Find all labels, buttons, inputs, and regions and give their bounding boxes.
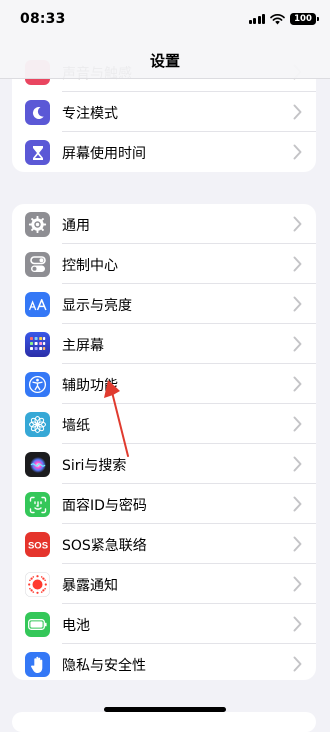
settings-row-control-center[interactable]: 控制中心 xyxy=(12,244,316,284)
home-grid-icon xyxy=(25,332,50,357)
chevron-right-icon xyxy=(293,216,302,232)
row-label: 隐私与安全性 xyxy=(62,658,146,674)
page-title: 设置 xyxy=(149,52,180,70)
gear-icon xyxy=(25,212,50,237)
row-label: 电池 xyxy=(62,618,90,634)
settings-row-display[interactable]: 显示与亮度 xyxy=(12,284,316,324)
hand-icon xyxy=(25,652,50,677)
row-label: SOS紧急联络 xyxy=(62,538,147,554)
siri-icon xyxy=(25,452,50,477)
row-label: 辅助功能 xyxy=(62,378,118,394)
text-size-icon xyxy=(25,292,50,317)
chevron-right-icon xyxy=(293,456,302,472)
settings-row-home-screen[interactable]: 主屏幕 xyxy=(12,324,316,364)
sos-icon: SOS xyxy=(25,532,50,557)
accessibility-icon xyxy=(25,372,50,397)
row-label: 屏幕使用时间 xyxy=(62,146,146,162)
row-label: 通用 xyxy=(62,218,90,234)
chevron-right-icon xyxy=(293,416,302,432)
row-label: 主屏幕 xyxy=(62,338,104,354)
chevron-right-icon xyxy=(293,144,302,160)
chevron-right-icon xyxy=(293,536,302,552)
settings-row-general[interactable]: 通用 xyxy=(12,204,316,244)
row-label: 暴露通知 xyxy=(62,578,118,594)
settings-row-siri[interactable]: Siri与搜索 xyxy=(12,444,316,484)
status-time: 08:33 xyxy=(20,11,66,27)
chevron-right-icon xyxy=(293,656,302,672)
chevron-right-icon xyxy=(293,296,302,312)
settings-row-wallpaper[interactable]: 墙纸 xyxy=(12,404,316,444)
settings-row-exposure-notifications[interactable]: 暴露通知 xyxy=(12,564,316,604)
settings-row-emergency-sos[interactable]: SOS SOS紧急联络 xyxy=(12,524,316,564)
moon-icon xyxy=(25,100,50,125)
row-label: 显示与亮度 xyxy=(62,298,132,314)
chevron-right-icon xyxy=(293,496,302,512)
svg-text:SOS: SOS xyxy=(27,540,47,549)
settings-row-screen-time[interactable]: 屏幕使用时间 xyxy=(12,132,316,172)
hourglass-icon xyxy=(25,140,50,165)
settings-row-face-id[interactable]: 面容ID与密码 xyxy=(12,484,316,524)
wallpaper-flower-icon xyxy=(25,412,50,437)
wifi-icon xyxy=(270,13,285,24)
battery-indicator: 100 xyxy=(290,13,319,25)
status-icons: 100 xyxy=(248,13,319,25)
status-bar: 08:33 100 xyxy=(0,0,330,40)
toggle-icon xyxy=(25,252,50,277)
row-label: 墙纸 xyxy=(62,418,90,434)
chevron-right-icon xyxy=(293,616,302,632)
row-label: 专注模式 xyxy=(62,106,118,122)
settings-row-focus[interactable]: 专注模式 xyxy=(12,92,316,132)
row-label: 控制中心 xyxy=(62,258,118,274)
row-label: 面容ID与密码 xyxy=(62,498,147,514)
face-id-icon xyxy=(25,492,50,517)
settings-row-privacy[interactable]: 隐私与安全性 xyxy=(12,644,316,680)
chevron-right-icon xyxy=(293,336,302,352)
home-indicator[interactable] xyxy=(104,707,226,712)
chevron-right-icon xyxy=(293,256,302,272)
row-label: Siri与搜索 xyxy=(62,458,127,474)
chevron-right-icon xyxy=(293,376,302,392)
settings-row-accessibility[interactable]: 辅助功能 xyxy=(12,364,316,404)
navigation-bar: 设置 xyxy=(0,40,330,79)
settings-row-battery[interactable]: 电池 xyxy=(12,604,316,644)
cellular-signal-icon xyxy=(248,14,265,24)
settings-group-next xyxy=(12,712,316,732)
exposure-icon xyxy=(25,572,50,597)
battery-icon xyxy=(25,612,50,637)
chevron-right-icon xyxy=(293,104,302,120)
chevron-right-icon xyxy=(293,576,302,592)
settings-group-general: 通用 控制中心 显示与亮度 主屏幕 辅助功能 墙纸 Siri与搜索 面容ID与密… xyxy=(12,204,316,680)
